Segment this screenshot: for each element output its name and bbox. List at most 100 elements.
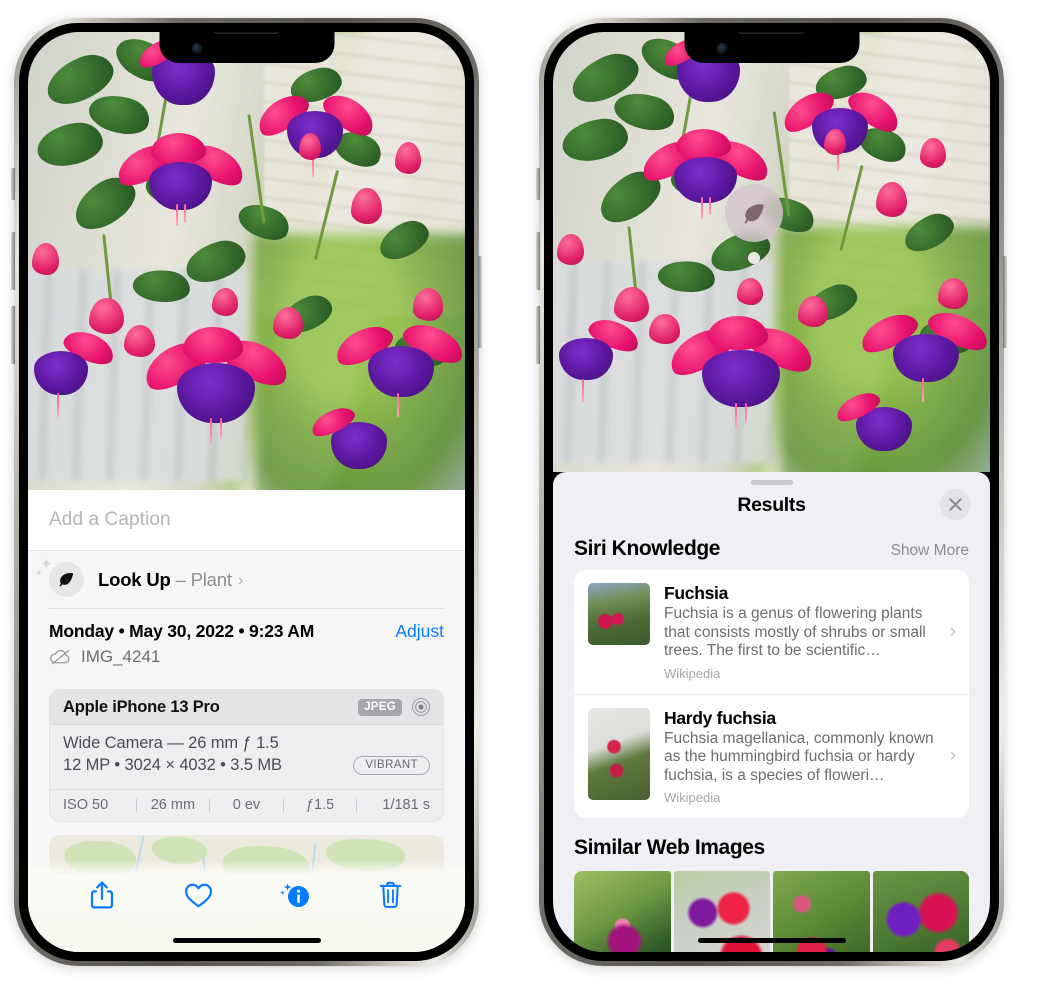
adjust-button[interactable]: Adjust — [395, 621, 444, 642]
caption-field[interactable]: Add a Caption — [28, 490, 465, 550]
knowledge-title: Fuchsia — [664, 583, 729, 603]
photo-filename: IMG_4241 — [81, 647, 161, 666]
flower-bud — [614, 287, 650, 323]
power-button[interactable] — [478, 256, 482, 348]
fuchsia-bloom — [662, 314, 820, 428]
camera-model: Apple iPhone 13 Pro — [63, 697, 220, 716]
fuchsia-bloom — [307, 401, 413, 490]
siri-knowledge-header: Siri Knowledge Show More — [553, 529, 990, 570]
flower-bud — [736, 278, 763, 305]
info-button[interactable] — [272, 874, 318, 916]
photo-viewer[interactable] — [28, 32, 465, 490]
knowledge-card[interactable]: Fuchsia Fuchsia is a genus of flowering … — [574, 570, 969, 694]
volume-down-button[interactable] — [536, 306, 540, 364]
favorite-button[interactable] — [175, 874, 221, 916]
photo-viewer[interactable] — [553, 32, 990, 472]
mute-switch[interactable] — [536, 168, 540, 200]
volume-up-button[interactable] — [11, 232, 15, 290]
fuchsia-bloom — [137, 325, 295, 445]
share-button[interactable] — [79, 874, 125, 916]
camera-card-header: Apple iPhone 13 Pro JPEG — [50, 690, 443, 725]
flower-bud — [395, 141, 422, 174]
mute-switch[interactable] — [11, 168, 15, 200]
show-more-button[interactable]: Show More — [891, 542, 969, 560]
flower-bud — [89, 297, 125, 335]
look-up-title: Look Up — [98, 568, 171, 590]
section-title: Similar Web Images — [574, 836, 765, 859]
close-icon — [949, 498, 962, 511]
screen-right: Results Siri Knowledge Show More Fuchsia… — [553, 32, 990, 952]
fuchsia-bloom — [553, 313, 644, 402]
visual-lookup-anchor-dot — [748, 252, 760, 264]
notch-right — [684, 32, 859, 63]
hdr-circle-icon — [411, 697, 431, 717]
icloud-slash-icon — [50, 649, 70, 665]
camera-lens-info: Wide Camera — 26 mm ƒ 1.5 — [63, 734, 279, 752]
device-bezel-left: Add a Caption ✦ ✦ Look Up – Plant › Mond… — [19, 23, 474, 961]
device-bezel-right: Results Siri Knowledge Show More Fuchsia… — [544, 23, 999, 961]
image-resolution-info: 12 MP • 3024 × 4032 • 3.5 MB — [63, 756, 282, 774]
iphone-left-device: Add a Caption ✦ ✦ Look Up – Plant › Mond… — [11, 18, 482, 966]
photo-info-sheet: Add a Caption ✦ ✦ Look Up – Plant › Mond… — [28, 490, 465, 952]
earpiece-speaker-icon — [213, 32, 280, 34]
flower-bud — [557, 234, 584, 266]
exif-focal: 26 mm — [150, 797, 196, 813]
siri-knowledge-list: Fuchsia Fuchsia is a genus of flowering … — [574, 570, 969, 818]
screen-left: Add a Caption ✦ ✦ Look Up – Plant › Mond… — [28, 32, 465, 952]
home-indicator[interactable] — [697, 938, 846, 943]
similar-image[interactable] — [574, 871, 671, 952]
notch-left — [159, 32, 334, 63]
knowledge-card[interactable]: Hardy fuchsia Fuchsia magellanica, commo… — [574, 693, 969, 819]
look-up-row[interactable]: ✦ ✦ Look Up – Plant › — [28, 551, 465, 608]
flower-bud — [211, 288, 238, 316]
knowledge-thumbnail — [588, 583, 650, 645]
close-button[interactable] — [940, 489, 971, 520]
format-badge: JPEG — [358, 698, 402, 716]
exif-exposure: 0 ev — [232, 797, 261, 813]
vibrant-badge: VIBRANT — [353, 756, 430, 775]
look-up-dash: – — [175, 568, 186, 590]
knowledge-description: Fuchsia is a genus of flowering plants t… — [664, 605, 926, 659]
visual-lookup-leaf-badge[interactable] — [725, 184, 783, 242]
home-indicator[interactable] — [172, 938, 321, 943]
knowledge-source: Wikipedia — [664, 665, 721, 681]
flower-bud — [823, 128, 846, 156]
fuchsia-bloom — [777, 83, 906, 173]
front-camera-icon — [191, 43, 202, 54]
fuchsia-bloom — [28, 325, 119, 417]
power-button[interactable] — [1003, 256, 1007, 348]
info-sparkle-icon — [280, 883, 309, 907]
share-icon — [91, 881, 114, 909]
results-sheet: Results Siri Knowledge Show More Fuchsia… — [553, 472, 990, 952]
fuchsia-bloom — [330, 316, 465, 417]
flower-bud — [272, 306, 304, 339]
flower-bud — [32, 242, 59, 275]
volume-up-button[interactable] — [536, 232, 540, 290]
earpiece-speaker-icon — [738, 32, 805, 34]
flower-bud — [351, 187, 382, 225]
chevron-right-icon: › — [237, 569, 244, 589]
flower-bud — [412, 288, 444, 321]
results-title: Results — [737, 494, 806, 516]
fuchsia-bloom — [251, 86, 381, 179]
trash-icon — [380, 881, 402, 908]
flower-bud — [937, 278, 969, 310]
similar-image[interactable] — [872, 871, 969, 952]
screenshot-stage: Add a Caption ✦ ✦ Look Up – Plant › Mond… — [0, 0, 1055, 985]
fuchsia-bloom — [855, 304, 990, 402]
caption-placeholder: Add a Caption — [49, 509, 171, 530]
flower-bud — [797, 296, 829, 327]
look-up-subject: Plant — [190, 568, 232, 590]
volume-down-button[interactable] — [11, 306, 15, 364]
exif-shutter: 1/181 s — [382, 797, 430, 813]
knowledge-description: Fuchsia magellanica, commonly known as t… — [664, 729, 934, 784]
flower-bud — [298, 132, 321, 161]
camera-info-card: Apple iPhone 13 Pro JPEG Wide Camera — 2… — [49, 689, 444, 822]
knowledge-thumbnail — [588, 707, 650, 800]
flower-bud — [876, 181, 907, 217]
delete-button[interactable] — [368, 874, 414, 916]
similar-web-images-header: Similar Web Images — [553, 818, 990, 869]
section-title: Siri Knowledge — [574, 537, 721, 560]
chevron-right-icon: › — [949, 620, 956, 642]
sparkle-icon: ✦ — [35, 568, 43, 578]
